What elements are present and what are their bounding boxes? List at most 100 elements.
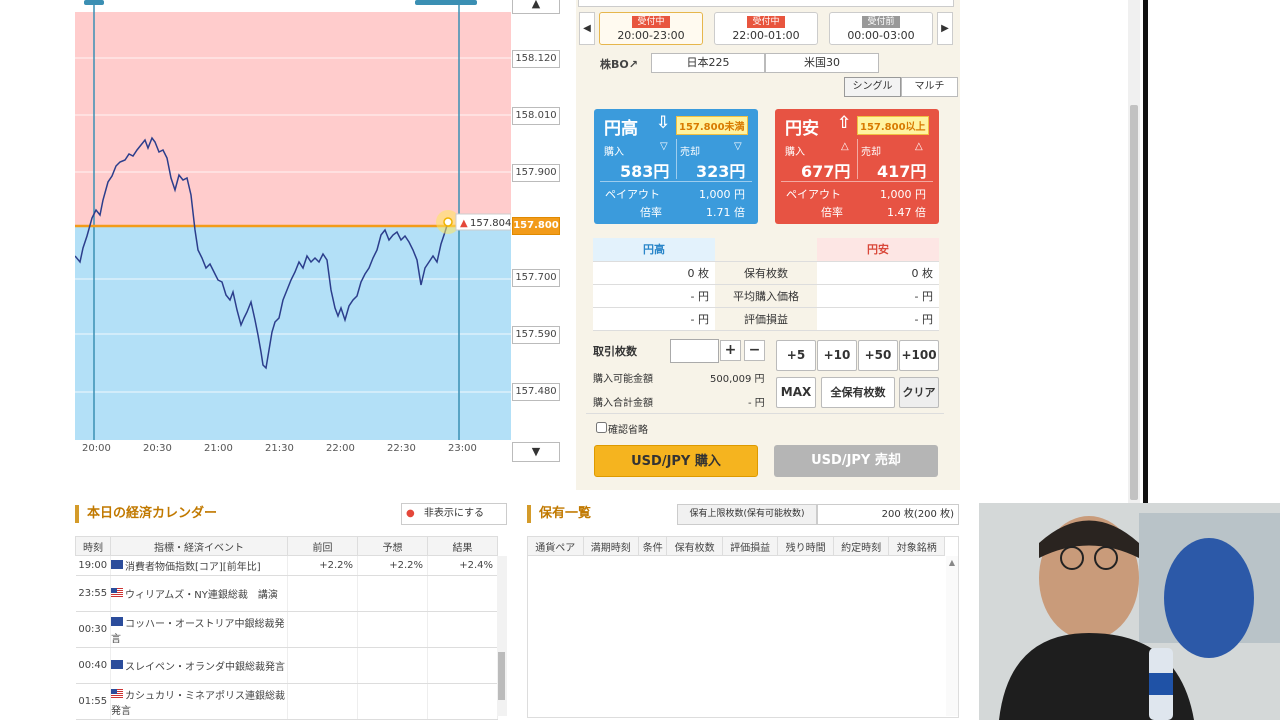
- buy-label: 購入: [604, 147, 624, 158]
- cell-low: - 円: [817, 307, 939, 331]
- clear-button[interactable]: クリア: [899, 377, 939, 408]
- time-axis-label: 21:00: [204, 443, 233, 454]
- price-axis-label: 157.700: [512, 269, 560, 287]
- available-label: 購入可能金額: [593, 374, 653, 385]
- card-divider: [857, 139, 858, 179]
- sell-button[interactable]: USD/JPY 売却: [774, 445, 938, 477]
- up-arrow-icon: ⇧: [837, 113, 852, 133]
- price-axis-label: 157.900: [512, 164, 560, 182]
- max-button[interactable]: MAX: [776, 377, 816, 408]
- col-header: 評価損益: [721, 536, 779, 556]
- event-prev: [287, 647, 358, 684]
- price-axis-label: 157.590: [512, 326, 560, 344]
- price-chart: ▲ 157.804: [74, 0, 512, 440]
- qty-input[interactable]: [670, 339, 719, 363]
- upper-zone: [75, 12, 511, 226]
- single-mode-button[interactable]: シングル: [844, 77, 901, 97]
- time-axis-label: 23:00: [448, 443, 477, 454]
- period-tab-22-01[interactable]: 受付中 22:00-01:00: [714, 12, 818, 45]
- total-value: - 円: [748, 398, 765, 409]
- event-name: スレイペン・オランダ中銀総裁発言: [125, 662, 285, 673]
- condition-badge: 157.800以上: [857, 116, 929, 135]
- qty-plus-button[interactable]: +: [720, 340, 741, 361]
- chart-scroll-down-button[interactable]: ▼: [512, 442, 560, 462]
- event-time: 00:40: [75, 647, 111, 684]
- table-row[interactable]: 23:55 ウィリアムズ・NY連銀総裁 講演: [75, 575, 498, 612]
- table-row[interactable]: 01:55 カシュカリ・ミネアポリス連銀総裁 発言: [75, 683, 498, 720]
- event-cell: 消費者物価指数[コア][前年比]: [110, 555, 288, 576]
- table-row[interactable]: 00:40 スレイペン・オランダ中銀総裁発言: [75, 647, 498, 684]
- event-name: コッハー・オーストリア中銀総裁発言: [111, 618, 285, 645]
- event-result: +2.4%: [427, 555, 498, 576]
- event-forecast: [357, 683, 428, 720]
- currency-pair-tabs[interactable]: [578, 0, 954, 7]
- holdings-list: [527, 536, 959, 718]
- event-prev: [287, 575, 358, 612]
- multi-mode-button[interactable]: マルチ: [901, 77, 958, 97]
- col-header: 結果: [427, 536, 498, 556]
- stock-bo-link[interactable]: 株BO↗: [600, 56, 638, 72]
- skip-confirm-checkbox[interactable]: [596, 422, 607, 433]
- scrollbar-thumb[interactable]: [1130, 105, 1138, 500]
- page-scrollbar[interactable]: [1128, 0, 1140, 505]
- period-time: 00:00-03:00: [847, 29, 915, 42]
- card-divider: [600, 181, 752, 182]
- col-header: 予想: [357, 536, 428, 556]
- add-100-button[interactable]: +100: [899, 340, 939, 371]
- holdings-title: 保有一覧: [527, 505, 591, 523]
- cell-low: - 円: [817, 284, 939, 308]
- status-badge: 受付中: [632, 16, 670, 28]
- event-name: ウィリアムズ・NY連銀総裁 講演: [125, 590, 278, 601]
- expiry-handle[interactable]: [415, 0, 477, 5]
- event-name: 消費者物価指数[コア][前年比]: [125, 562, 261, 573]
- us30-button[interactable]: 米国30: [765, 53, 879, 73]
- available-value: 500,009 円: [710, 374, 765, 385]
- period-tab-00-03[interactable]: 受付前 00:00-03:00: [829, 12, 933, 45]
- chart-scroll-up-button[interactable]: ▲: [512, 0, 560, 14]
- add-50-button[interactable]: +50: [858, 340, 898, 371]
- chart-canvas: ▲ 157.804: [74, 0, 512, 440]
- period-tab-20-23[interactable]: 受付中 20:00-23:00: [599, 12, 703, 45]
- calendar-table: 時刻 指標・経済イベント 前回 予想 結果 19:00 消費者物価指数[コア][…: [75, 536, 498, 720]
- table-row[interactable]: 00:30 コッハー・オーストリア中銀総裁発言: [75, 611, 498, 648]
- triangle-up-icon: △: [915, 141, 923, 152]
- triangle-down-icon: ▽: [734, 141, 742, 152]
- payout-value: 1,000 円: [699, 188, 745, 201]
- event-prev: +2.2%: [287, 555, 358, 576]
- buy-price: 583円: [620, 162, 670, 181]
- skip-confirm-label: 確認省略: [608, 425, 648, 436]
- nikkei225-button[interactable]: 日本225: [651, 53, 765, 73]
- event-name: カシュカリ・ミネアポリス連銀総裁 発言: [111, 690, 295, 717]
- holdings-scrollbar[interactable]: ▲: [946, 556, 958, 716]
- payout-label: ペイアウト: [786, 188, 841, 201]
- scrollbar-thumb[interactable]: [498, 652, 505, 700]
- holding-limit-label: 保有上限枚数(保有可能枚数): [677, 504, 817, 525]
- eu-flag-icon: [111, 560, 123, 569]
- all-holdings-button[interactable]: 全保有枚数: [821, 377, 895, 408]
- buy-button[interactable]: USD/JPY 購入: [594, 445, 758, 477]
- us-flag-icon: [111, 688, 123, 698]
- qty-minus-button[interactable]: −: [744, 340, 765, 361]
- cell-high: 0 枚: [593, 261, 715, 285]
- price-axis-label: 158.010: [512, 107, 560, 125]
- cell-high: - 円: [593, 284, 715, 308]
- event-time: 01:55: [75, 683, 111, 720]
- card-title: 円安: [785, 119, 819, 139]
- header-yen-high: 円高: [593, 238, 715, 262]
- current-price-axis-label: 157.800: [512, 217, 560, 235]
- col-header: 前回: [287, 536, 358, 556]
- add-10-button[interactable]: +10: [817, 340, 857, 371]
- condition-badge: 157.800未満: [676, 116, 748, 135]
- calendar-scrollbar[interactable]: [497, 556, 507, 716]
- period-next-button[interactable]: ▶: [937, 12, 953, 45]
- time-axis-label: 20:00: [82, 443, 111, 454]
- period-prev-button[interactable]: ◀: [579, 12, 595, 45]
- hide-calendar-button[interactable]: ● 非表示にする: [401, 503, 507, 525]
- add-5-button[interactable]: +5: [776, 340, 816, 371]
- table-row[interactable]: 19:00 消費者物価指数[コア][前年比] +2.2% +2.2% +2.4%: [75, 555, 498, 576]
- start-handle[interactable]: [84, 0, 104, 5]
- yen-high-card[interactable]: 円高 ⇩ 157.800未満 購入 ▽ 583円 売却 ▽ 323円 ペイアウト…: [594, 109, 758, 224]
- event-cell: カシュカリ・ミネアポリス連銀総裁 発言: [110, 683, 295, 720]
- yen-low-card[interactable]: 円安 ⇧ 157.800以上 購入 △ 677円 売却 △ 417円 ペイアウト…: [775, 109, 939, 224]
- qty-label: 取引枚数: [593, 345, 637, 358]
